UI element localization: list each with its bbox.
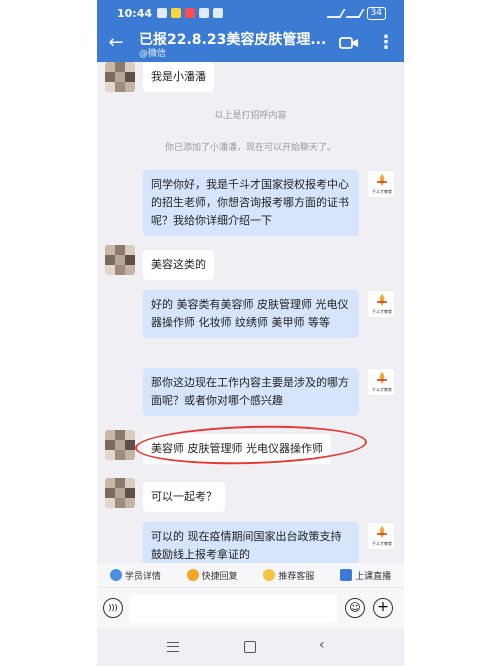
phone-screen: 10:44 34 ← 已报22.8.23美容皮肤管理... @微信 ⋮ 我是小潘… xyxy=(97,0,404,666)
logo-text: 千斗才教育 xyxy=(372,189,392,194)
contact-avatar[interactable] xyxy=(105,62,135,92)
message-bubble-m1[interactable]: 同学你好，我是千斗才国家授权报考中心的招生老师，你想咨询报考哪方面的证书呢？我给… xyxy=(143,170,359,236)
wifi-icon xyxy=(325,9,346,18)
user-icon xyxy=(109,569,122,581)
home-icon[interactable] xyxy=(244,641,256,653)
message-bubble-intro[interactable]: 我是小潘潘 xyxy=(143,62,214,92)
logo-text: 千斗才教育 xyxy=(372,387,392,392)
quick-actions-bar: 学员详情 快捷回复 推荐客服 上课直播 xyxy=(97,563,404,587)
back-arrow-icon[interactable]: ← xyxy=(105,32,127,54)
menu-icon[interactable] xyxy=(167,642,179,652)
chat-subtitle: @微信 xyxy=(139,49,167,59)
contact-avatar[interactable] xyxy=(105,430,135,460)
battery-icon: 34 xyxy=(366,7,386,20)
quick-reply-button[interactable]: 快捷回复 xyxy=(186,569,238,582)
app-notify-icon-3 xyxy=(199,8,209,18)
app-notify-icon xyxy=(171,8,181,18)
live-class-label: 上课直播 xyxy=(355,571,392,582)
contact-avatar[interactable] xyxy=(105,245,135,275)
app-notify-icon-4 xyxy=(213,8,223,18)
app-notify-icon-2 xyxy=(185,8,195,18)
back-icon[interactable]: ‹ xyxy=(319,637,325,653)
chat-title: 已报22.8.23美容皮肤管理... xyxy=(139,32,327,48)
live-class-button[interactable]: 上课直播 xyxy=(340,569,391,582)
logo-text: 千斗才教育 xyxy=(372,541,392,546)
status-time: 10:44 xyxy=(117,7,153,20)
input-bar: ))) ☺ + xyxy=(97,587,404,629)
message-bubble-m4[interactable]: 那你这边现在工作内容主要是涉及的哪方面呢？或者你对哪个感兴趣 xyxy=(143,368,359,416)
system-message-added: 你已添加了小潘潘，现在可以开始聊天了。 xyxy=(164,143,336,153)
logo-icon xyxy=(377,174,387,186)
video-call-icon[interactable] xyxy=(339,36,359,50)
logo-icon xyxy=(377,372,387,384)
student-info-button[interactable]: 学员详情 xyxy=(109,569,161,582)
more-options-icon[interactable]: ⋮ xyxy=(377,32,395,54)
logo-icon xyxy=(377,526,387,538)
message-input[interactable] xyxy=(129,595,337,623)
highlight-circle xyxy=(134,422,368,468)
status-bar: 10:44 34 xyxy=(97,0,404,26)
self-avatar[interactable]: 千斗才教育 xyxy=(367,368,395,396)
recommend-service-label: 推荐客服 xyxy=(278,571,315,582)
status-right: 34 xyxy=(325,7,386,20)
voice-icon[interactable]: ))) xyxy=(103,598,123,618)
recommend-service-button[interactable]: 推荐客服 xyxy=(263,569,314,582)
chat-icon xyxy=(263,569,276,581)
quick-reply-label: 快捷回复 xyxy=(201,571,238,582)
message-bubble-m6[interactable]: 可以一起考？ xyxy=(143,482,225,512)
plus-icon[interactable]: + xyxy=(373,598,393,618)
self-avatar[interactable]: 千斗才教育 xyxy=(367,290,395,318)
emoji-icon[interactable]: ☺ xyxy=(345,598,365,618)
system-message-greeting: 以上是打招呼内容 xyxy=(214,111,287,121)
signal-icon xyxy=(344,9,365,18)
logo-text: 千斗才教育 xyxy=(372,309,392,314)
system-nav-bar: ‹ xyxy=(97,629,404,666)
self-avatar[interactable]: 千斗才教育 xyxy=(367,170,395,198)
contact-avatar[interactable] xyxy=(105,478,135,508)
student-info-label: 学员详情 xyxy=(124,571,161,582)
self-avatar[interactable]: 千斗才教育 xyxy=(367,522,395,550)
message-bubble-m3[interactable]: 好的 美容类有美容师 皮肤管理师 光电仪器操作师 化妆师 纹绣师 美甲师 等等 xyxy=(143,290,359,338)
live-icon xyxy=(340,569,353,581)
lightning-icon xyxy=(186,569,199,581)
wechat-notify-icon xyxy=(157,8,167,18)
chat-header: ← 已报22.8.23美容皮肤管理... @微信 ⋮ xyxy=(97,26,404,62)
message-bubble-m2[interactable]: 美容这类的 xyxy=(143,250,214,280)
logo-icon xyxy=(377,294,387,306)
notification-icons xyxy=(157,8,223,18)
